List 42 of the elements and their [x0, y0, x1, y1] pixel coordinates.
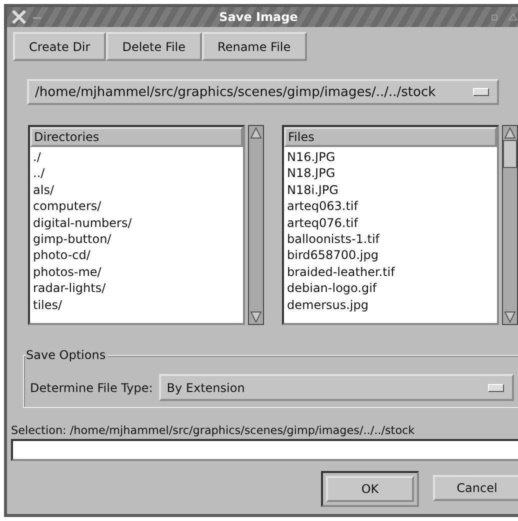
cancel-button[interactable]: Cancel: [433, 475, 518, 501]
filename-input-field[interactable]: [11, 439, 518, 461]
path-dropdown[interactable]: /home/mjhammel/src/graphics/scenes/gimp/images/../../stock: [27, 79, 499, 105]
scroll-up-icon[interactable]: [249, 126, 263, 140]
list-item[interactable]: computers/: [33, 198, 240, 215]
list-item[interactable]: gimp-button/: [33, 231, 240, 248]
toolbar-button[interactable]: Create Dir: [13, 32, 106, 61]
dropdown-indicator-icon: [488, 384, 504, 392]
list-item[interactable]: debian-logo.gif: [287, 280, 494, 297]
list-item[interactable]: photo-cd/: [33, 247, 240, 264]
close-icon[interactable]: [11, 9, 27, 25]
list-item[interactable]: ../: [33, 165, 240, 182]
scroll-down-icon[interactable]: [503, 310, 517, 324]
scrollbar[interactable]: [248, 125, 264, 325]
list-item[interactable]: bird658700.jpg: [287, 247, 494, 264]
list-item[interactable]: arteq063.tif: [287, 198, 494, 215]
list-item[interactable]: als/: [33, 182, 240, 198]
list-item[interactable]: demersus.jpg: [287, 296, 494, 314]
list-header[interactable]: Directories: [30, 127, 243, 147]
list-item[interactable]: N18.JPG: [287, 165, 494, 182]
list-item[interactable]: tiles/: [33, 296, 240, 314]
list-item[interactable]: braided-leather.tif: [287, 264, 494, 280]
list-item[interactable]: N16.JPG: [287, 149, 494, 166]
list-item[interactable]: radar-lights/: [33, 280, 240, 297]
list-item[interactable]: digital-numbers/: [33, 214, 240, 232]
list-item[interactable]: photos-me/: [33, 264, 240, 280]
dropdown-indicator-icon: [473, 88, 489, 96]
window-title: Save Image: [219, 10, 298, 24]
list-header[interactable]: Files: [284, 127, 497, 147]
list-item[interactable]: ./: [33, 149, 240, 166]
scrollbar[interactable]: [502, 125, 518, 325]
scroll-down-icon[interactable]: [249, 310, 263, 324]
list-item[interactable]: balloonists-1.tif: [287, 231, 494, 248]
toolbar-button[interactable]: Rename File: [202, 32, 307, 61]
field-label: Determine File Type:: [30, 380, 153, 394]
list-item[interactable]: arteq076.tif: [287, 214, 494, 232]
ok-button[interactable]: OK: [326, 476, 414, 502]
group-title: Save Options: [26, 348, 108, 362]
toolbar-button[interactable]: Delete File: [106, 32, 202, 61]
selection-label: Selection: /home/mjhammel/src/graphics/scenes/gimp/images/../../stock: [11, 424, 416, 437]
file-type-dropdown[interactable]: By Extension: [158, 374, 514, 401]
list-item[interactable]: N18i.JPG: [287, 182, 494, 198]
